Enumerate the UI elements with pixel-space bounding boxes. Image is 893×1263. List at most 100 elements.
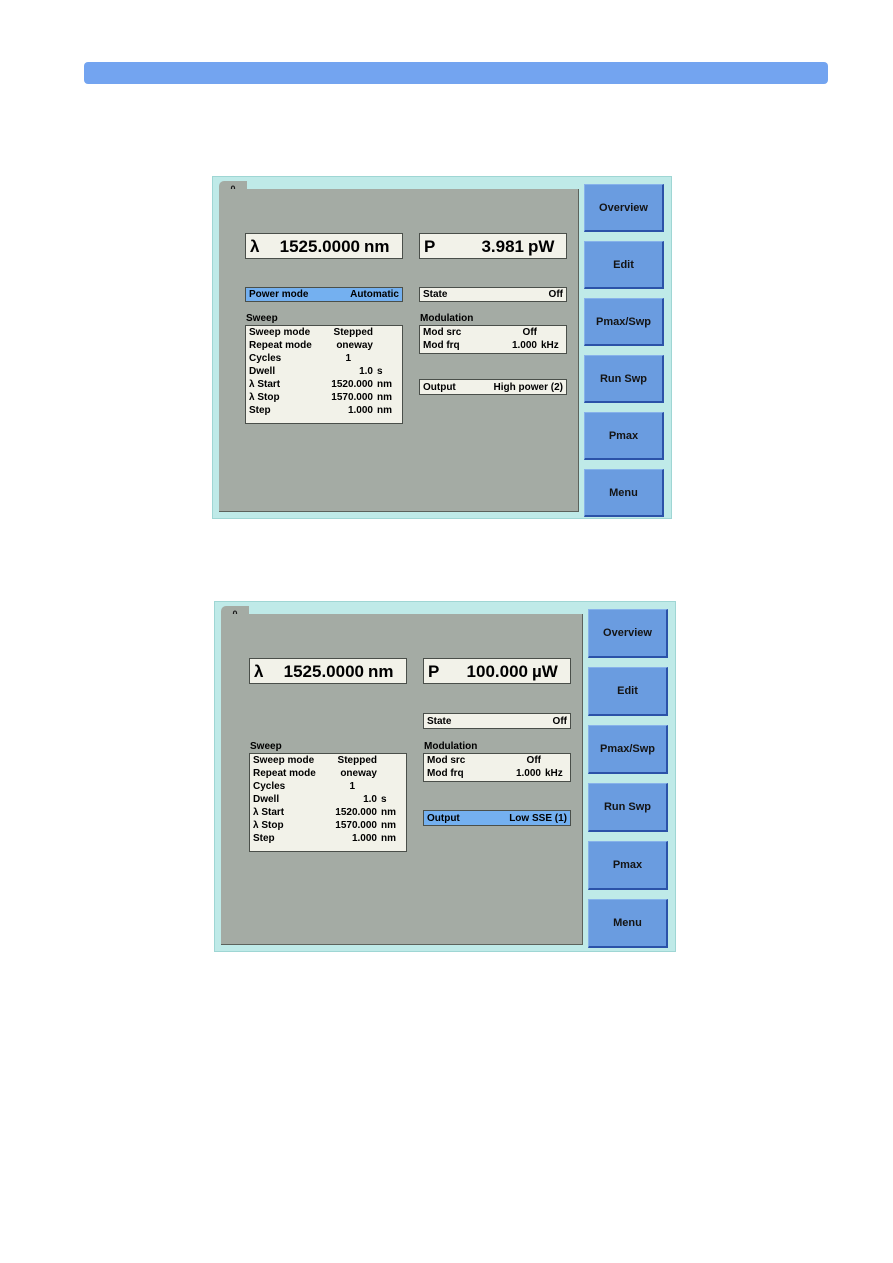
sweep-group-title: Sweep <box>246 313 278 324</box>
sweep-parameters-list[interactable]: Sweep mode Stepped Repeat mode oneway Cy… <box>249 753 407 852</box>
power-display[interactable]: P 100.000 µW <box>423 658 571 684</box>
row-key: λ Stop <box>249 392 280 403</box>
softkey-run-swp[interactable]: Run Swp <box>584 355 664 403</box>
sweep-row[interactable]: Dwell 1.0 s <box>250 793 406 806</box>
softkey-overview[interactable]: Overview <box>584 184 664 232</box>
power-value: 3.981 <box>481 236 524 256</box>
sweep-row[interactable]: Cycles 1 <box>246 352 402 365</box>
softkey-pmax[interactable]: Pmax <box>584 412 664 460</box>
sweep-parameters-list[interactable]: Sweep mode Stepped Repeat mode oneway Cy… <box>245 325 403 424</box>
sweep-row[interactable]: Dwell 1.0 s <box>246 365 402 378</box>
softkey-pmax[interactable]: Pmax <box>588 841 668 890</box>
power-symbol: P <box>424 236 436 256</box>
row-value: 1 <box>345 353 351 364</box>
softkey-pmax-swp[interactable]: Pmax/Swp <box>588 725 668 774</box>
row-value: Off <box>526 755 541 766</box>
row-unit: nm <box>377 392 392 403</box>
state-field[interactable]: State Off <box>419 287 567 302</box>
row-unit: nm <box>381 833 396 844</box>
row-unit: kHz <box>541 340 559 351</box>
row-key: Mod src <box>427 755 466 766</box>
row-key: Sweep mode <box>249 327 311 338</box>
power-mode-label: Power mode <box>249 289 309 300</box>
row-value: oneway <box>336 340 373 351</box>
row-key: Mod src <box>423 327 462 338</box>
instrument-screen-2: 0 λ 1525.0000 nm P 100.000 µW State Off … <box>214 601 676 952</box>
softkey-edit[interactable]: Edit <box>584 241 664 289</box>
softkey-overview[interactable]: Overview <box>588 609 668 658</box>
softkey-menu[interactable]: Menu <box>584 469 664 517</box>
sweep-row[interactable]: λ Start 1520.000 nm <box>246 378 402 391</box>
row-key: λ Start <box>249 379 281 390</box>
output-value: High power (2) <box>493 381 563 393</box>
row-value: 1.000 <box>347 405 373 416</box>
row-key: Step <box>249 405 271 416</box>
sweep-row[interactable]: Repeat mode oneway <box>246 339 402 352</box>
row-unit: nm <box>381 807 396 818</box>
screen-2-softkey-column: Overview Edit Pmax/Swp Run Swp Pmax Menu <box>586 608 672 948</box>
row-unit: nm <box>381 820 396 831</box>
row-key: Repeat mode <box>249 340 312 351</box>
wavelength-symbol: λ <box>250 236 260 256</box>
row-value: 1570.000 <box>331 392 373 403</box>
power-mode-value: Automatic <box>350 289 399 300</box>
output-label: Output <box>423 381 456 393</box>
state-value: Off <box>552 715 567 727</box>
modulation-row[interactable]: Mod src Off <box>424 754 570 767</box>
sweep-row[interactable]: λ Stop 1570.000 nm <box>246 391 402 404</box>
output-field[interactable]: Output High power (2) <box>419 379 567 395</box>
power-symbol: P <box>428 661 440 681</box>
output-field[interactable]: Output Low SSE (1) <box>423 810 571 826</box>
softkey-menu[interactable]: Menu <box>588 899 668 948</box>
row-key: Mod frq <box>423 340 460 351</box>
sweep-row[interactable]: Repeat mode oneway <box>250 767 406 780</box>
output-label: Output <box>427 812 460 824</box>
state-field[interactable]: State Off <box>423 713 571 729</box>
wavelength-value: 1525.0000 <box>283 661 364 681</box>
softkey-pmax-swp[interactable]: Pmax/Swp <box>584 298 664 346</box>
sweep-row[interactable]: Sweep mode Stepped <box>246 326 402 339</box>
modulation-row[interactable]: Mod frq 1.000 kHz <box>420 339 566 352</box>
modulation-group-title: Modulation <box>420 313 474 324</box>
modulation-parameters-list[interactable]: Mod src Off Mod frq 1.000 kHz <box>423 753 571 782</box>
sweep-row[interactable]: λ Stop 1570.000 nm <box>250 819 406 832</box>
screen-2-display-area: λ 1525.0000 nm P 100.000 µW State Off Sw… <box>221 614 583 945</box>
sweep-row[interactable]: λ Start 1520.000 nm <box>250 806 406 819</box>
power-display[interactable]: P 3.981 pW <box>419 233 567 259</box>
state-value: Off <box>548 289 563 300</box>
modulation-parameters-list[interactable]: Mod src Off Mod frq 1.000 kHz <box>419 325 567 354</box>
row-value: 1520.000 <box>331 379 373 390</box>
power-value: 100.000 <box>466 661 528 681</box>
row-unit: nm <box>377 405 392 416</box>
softkey-run-swp[interactable]: Run Swp <box>588 783 668 832</box>
row-key: λ Start <box>253 807 285 818</box>
row-unit: kHz <box>545 768 563 779</box>
sweep-row[interactable]: Step 1.000 nm <box>250 832 406 845</box>
row-value: 1.000 <box>515 768 541 779</box>
row-key: Cycles <box>249 353 282 364</box>
wavelength-display[interactable]: λ 1525.0000 nm <box>249 658 407 684</box>
row-key: λ Stop <box>253 820 284 831</box>
screen-1-display-area: λ 1525.0000 nm P 3.981 pW Power mode Aut… <box>219 189 579 512</box>
modulation-row[interactable]: Mod src Off <box>420 326 566 339</box>
modulation-row[interactable]: Mod frq 1.000 kHz <box>424 767 570 780</box>
row-value: 1570.000 <box>335 820 377 831</box>
row-key: Sweep mode <box>253 755 315 766</box>
sweep-row[interactable]: Step 1.000 nm <box>246 404 402 417</box>
output-value: Low SSE (1) <box>509 812 567 824</box>
softkey-edit[interactable]: Edit <box>588 667 668 716</box>
wavelength-display[interactable]: λ 1525.0000 nm <box>245 233 403 259</box>
row-value: 1.0 <box>363 794 377 805</box>
row-unit: s <box>377 366 383 377</box>
row-unit: nm <box>377 379 392 390</box>
row-value: Off <box>522 327 537 338</box>
power-mode-field[interactable]: Power mode Automatic <box>245 287 403 302</box>
wavelength-unit: nm <box>364 236 390 256</box>
sweep-row[interactable]: Sweep mode Stepped <box>250 754 406 767</box>
sweep-row[interactable]: Cycles 1 <box>250 780 406 793</box>
page-header-bar <box>84 62 828 84</box>
wavelength-value: 1525.0000 <box>279 236 360 256</box>
power-unit: pW <box>528 236 555 256</box>
row-key: Dwell <box>253 794 280 805</box>
screen-1-softkey-column: Overview Edit Pmax/Swp Run Swp Pmax Menu <box>582 183 668 517</box>
